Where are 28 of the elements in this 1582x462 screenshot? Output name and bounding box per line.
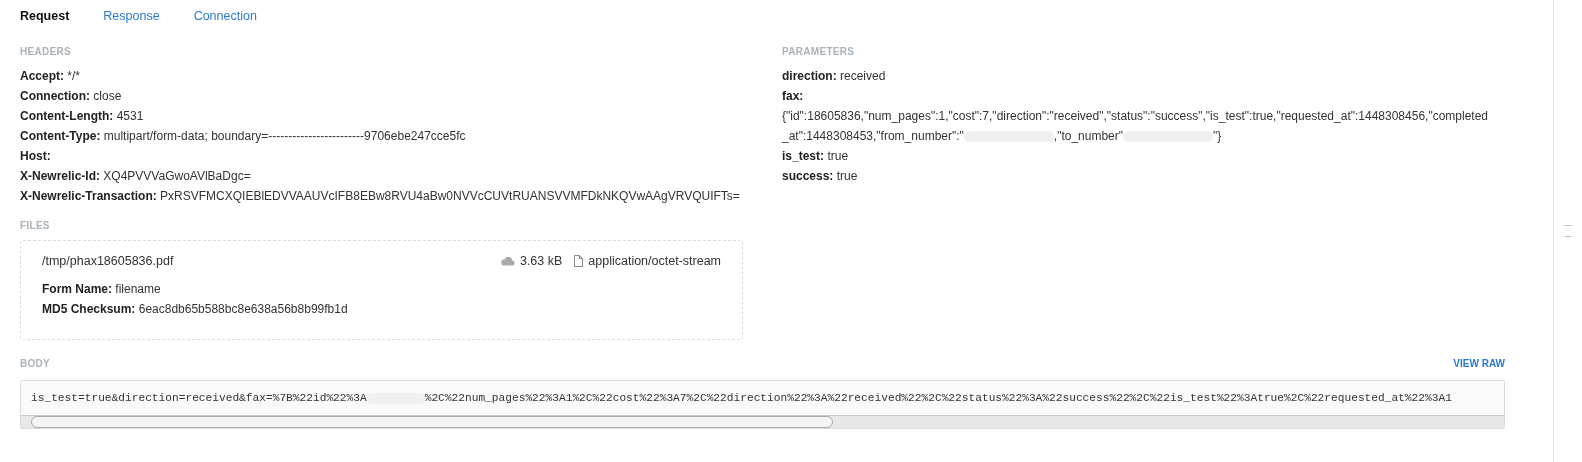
- header-line: Content-Type: multipart/form-data; boundary=------------------------9706ebe247cce5fc: [20, 128, 467, 145]
- tab[interactable]: Response: [103, 9, 160, 23]
- parameter-line: direction: received: [782, 68, 887, 85]
- file-path: /tmp/phax18605836.pdf: [42, 254, 174, 268]
- section-title: FILES: [20, 220, 51, 233]
- file-size: 3.63 kB: [519, 254, 563, 268]
- file-field: MD5 Checksum: 6eac8db65b588bc8e638a56b8b99fb1d: [42, 299, 742, 319]
- section-title: PARAMETERS: [782, 46, 856, 59]
- parameter-name: fax:: [782, 88, 805, 105]
- header-line: Accept: */*: [20, 68, 82, 85]
- section-title: HEADERS: [20, 46, 72, 59]
- file-icon: [574, 255, 584, 267]
- header-line: X-Newrelic-Transaction: PxRSVFMCXQIEBlEDVVAAUVcIFB8EBw8RVU4aBw0NVVcCUVtRUANSVVMFDkNKQVwAAgVRVQUIFTs=: [20, 188, 741, 205]
- cloud-icon: [500, 256, 515, 266]
- parameter-line: is_test: true: [782, 148, 850, 165]
- header-line: Host:: [20, 148, 52, 165]
- body-text: is_test=true&direction=received&fax=%7B%22id%22%3A %2C%22num_pages%22%3A1%2C%22cost%22%3A7%2C%22direction%22%3A%22received%22%2C%22status%22%3A%22success%22%2C%22is_test%22%3Atrue%2C%22requested_at%22%3A1: [30, 391, 1453, 406]
- file-field: Form Name: filename: [42, 279, 742, 299]
- horizontal-scrollbar[interactable]: [21, 415, 1504, 428]
- header-line: X-Newrelic-Id: XQ4PVVVaGwoAVlBaDgc=: [20, 168, 252, 185]
- header-line: Content-Length: 4531: [20, 108, 145, 125]
- view-raw-link[interactable]: VIEW RAW: [1453, 358, 1505, 378]
- tab[interactable]: Request: [20, 9, 70, 23]
- parameter-line: success: true: [782, 168, 859, 185]
- tab[interactable]: Connection: [193, 9, 257, 23]
- section-title: BODY: [20, 358, 51, 371]
- file-type: application/octet-stream: [588, 254, 721, 268]
- header-line: Connection: close: [20, 88, 123, 105]
